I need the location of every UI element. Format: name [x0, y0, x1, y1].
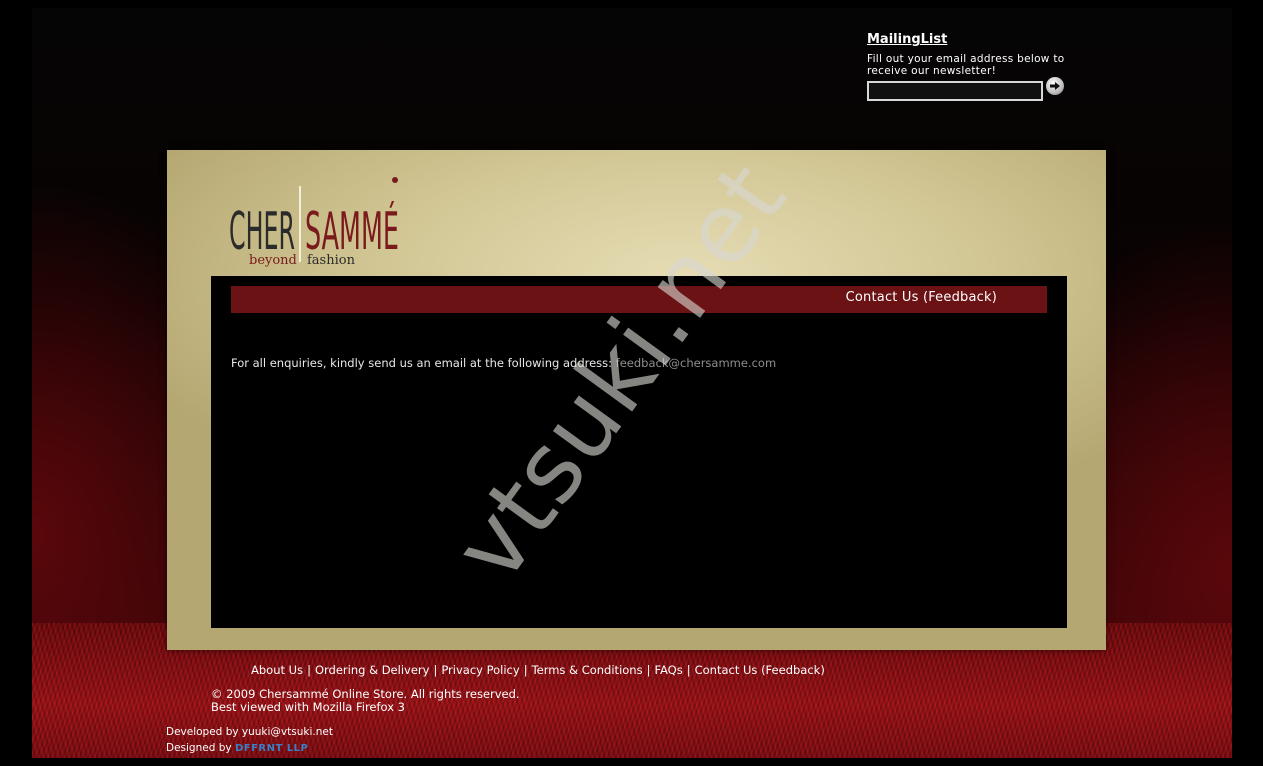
footer-link-faqs[interactable]: FAQs: [654, 663, 682, 677]
logo-divider: [299, 186, 301, 262]
footer-link-privacy[interactable]: Privacy Policy: [441, 663, 519, 677]
footer-link-ordering[interactable]: Ordering & Delivery: [315, 663, 429, 677]
contact-intro: For all enquiries, kindly send us an ema…: [231, 356, 616, 370]
footer-separator: |: [686, 663, 691, 677]
designer-label: Designed by: [166, 742, 232, 754]
credits-block: Developed by yuuki@vtsuki.net Designed b…: [166, 724, 333, 757]
content-card: CHER SAMMÉ beyond fashion Contact Us (Fe…: [167, 150, 1106, 650]
footer-separator: |: [523, 663, 528, 677]
mailing-list-title[interactable]: MailingList: [867, 32, 1077, 47]
footer-link-contact[interactable]: Contact Us (Feedback): [695, 663, 825, 677]
newsletter-submit-button[interactable]: [1046, 77, 1064, 95]
mailing-list-form: [867, 77, 1077, 105]
browser-note: Best viewed with Mozilla Firefox 3: [211, 700, 406, 714]
footer-separator: |: [433, 663, 438, 677]
footer-separator: |: [307, 663, 311, 677]
mailing-list-description: Fill out your email address below to rec…: [867, 53, 1065, 77]
section-header-bar: Contact Us (Feedback): [231, 286, 1047, 313]
logo-tag-fashion: fashion: [307, 253, 356, 268]
footer-link-terms[interactable]: Terms & Conditions: [532, 663, 643, 677]
content-panel: Contact Us (Feedback) For all enquiries,…: [211, 276, 1067, 628]
footer-nav: About Us | Ordering & Delivery | Privacy Pol…: [251, 663, 825, 677]
logo-accent-dot: [392, 177, 398, 183]
page-background: MailingList Fill out your email address …: [0, 0, 1263, 766]
page-title: Contact Us (Feedback): [845, 290, 997, 305]
chersamme-logo[interactable]: CHER SAMMÉ beyond fashion: [229, 174, 404, 274]
designer-brand-link[interactable]: DFFRNT LLP: [235, 743, 308, 754]
contact-text: For all enquiries, kindly send us an ema…: [231, 356, 776, 370]
arrow-right-icon: [1050, 82, 1060, 90]
mailing-list: MailingList Fill out your email address …: [867, 32, 1077, 105]
copyright-block: © 2009 Chersammé Online Store. All right…: [211, 688, 520, 714]
footer-separator: |: [646, 663, 651, 677]
logo-tag-beyond: beyond: [249, 253, 297, 268]
feedback-email-link[interactable]: feedback@chersamme.com: [616, 356, 776, 370]
developer-credit: Developed by yuuki@vtsuki.net: [166, 726, 333, 738]
footer-link-about[interactable]: About Us: [251, 663, 303, 677]
newsletter-email-input[interactable]: [867, 81, 1043, 101]
designer-credit: Designed by DFFRNT LLP: [166, 740, 333, 757]
